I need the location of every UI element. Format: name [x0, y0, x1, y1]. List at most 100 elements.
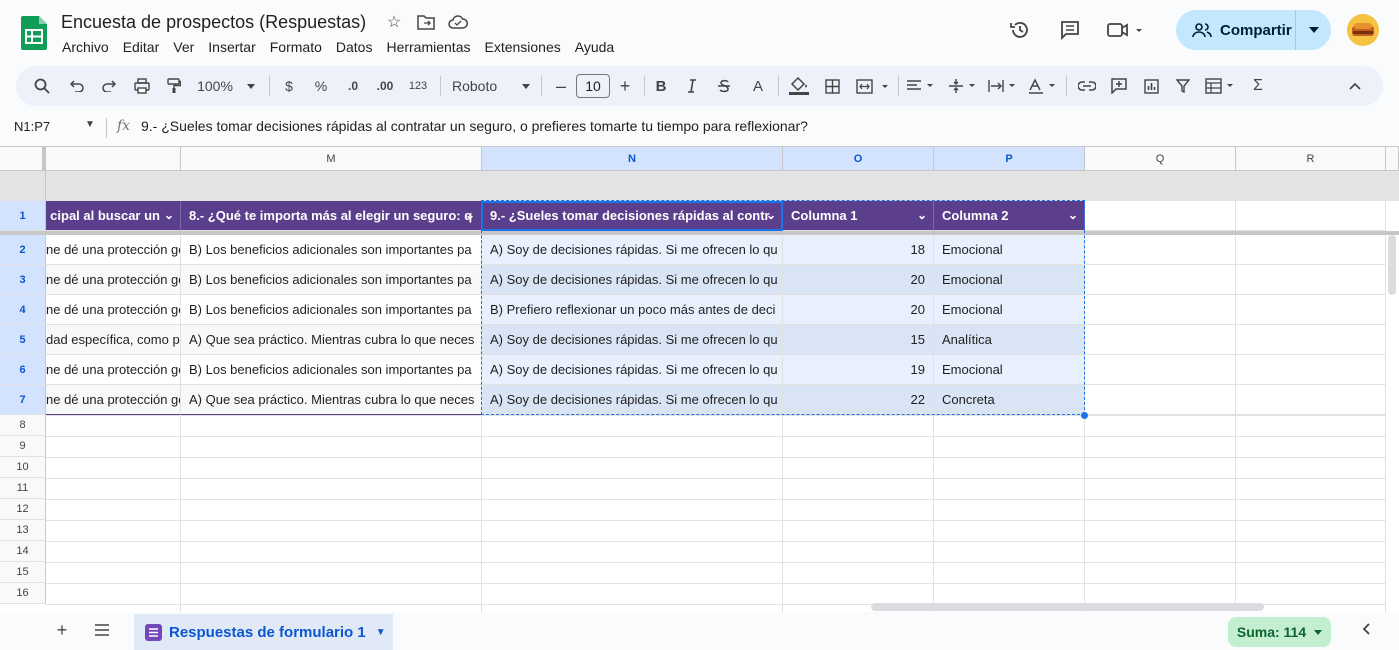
meet-icon[interactable]: [1104, 14, 1148, 46]
bold-button[interactable]: B: [652, 74, 670, 98]
chevron-down-icon[interactable]: ⌄: [917, 208, 927, 222]
column-header-q[interactable]: Q: [1085, 147, 1236, 171]
table-cell[interactable]: [1085, 385, 1236, 415]
paint-format-icon[interactable]: [162, 74, 186, 98]
zoom-select[interactable]: 100%: [194, 74, 258, 98]
table-cell[interactable]: ne dé una protección ge: [46, 295, 181, 325]
menu-datos[interactable]: Datos: [329, 37, 380, 57]
print-icon[interactable]: [130, 74, 154, 98]
chevron-down-icon[interactable]: ⌄: [1068, 208, 1078, 222]
table-cell[interactable]: B) Los beneficios adicionales son import…: [181, 265, 482, 295]
fill-color-icon[interactable]: [786, 74, 812, 98]
row-header-15[interactable]: 15: [0, 562, 46, 583]
vertical-scrollbar[interactable]: [1388, 235, 1396, 295]
column-header-r[interactable]: R: [1236, 147, 1386, 171]
more-formats-button[interactable]: 123: [406, 74, 430, 98]
italic-icon[interactable]: [682, 74, 702, 98]
menu-insertar[interactable]: Insertar: [201, 37, 262, 57]
row-header-16[interactable]: 16: [0, 583, 46, 604]
filter-views-icon[interactable]: [1204, 74, 1238, 98]
sum-summary[interactable]: Suma: 114: [1228, 617, 1331, 647]
table-cell[interactable]: [1085, 355, 1236, 385]
table-cell[interactable]: [1236, 385, 1386, 415]
percent-button[interactable]: %: [312, 74, 330, 98]
all-sheets-icon[interactable]: [92, 620, 112, 640]
name-box-dropdown-icon[interactable]: ▼: [85, 119, 95, 130]
table-cell[interactable]: 18: [783, 235, 934, 265]
horizontal-align-icon[interactable]: [904, 74, 938, 98]
vertical-align-icon[interactable]: [946, 74, 980, 98]
table-cell[interactable]: ne dé una protección ge: [46, 265, 181, 295]
cell-r1[interactable]: [1236, 201, 1386, 231]
search-menus-icon[interactable]: [30, 74, 54, 98]
name-box[interactable]: N1:P7: [14, 119, 50, 134]
table-cell[interactable]: B) Prefiero reflexionar un poco más ante…: [482, 295, 783, 325]
increase-font-size-button[interactable]: +: [616, 74, 634, 98]
table-cell[interactable]: [1236, 355, 1386, 385]
side-panel-toggle-icon[interactable]: [1362, 622, 1370, 640]
chevron-down-icon[interactable]: ⌄: [465, 208, 475, 222]
table-cell[interactable]: B) Los beneficios adicionales son import…: [181, 355, 482, 385]
horizontal-scrollbar[interactable]: [871, 603, 1264, 611]
empty-cells[interactable]: [46, 415, 1386, 612]
cloud-status-icon[interactable]: [448, 12, 468, 32]
share-button[interactable]: Compartir: [1176, 10, 1331, 50]
chevron-down-icon[interactable]: ▼: [376, 627, 386, 638]
currency-button[interactable]: $: [280, 74, 298, 98]
redo-icon[interactable]: [98, 74, 120, 98]
comments-icon[interactable]: [1054, 14, 1086, 46]
table-cell[interactable]: [1236, 325, 1386, 355]
table-cell[interactable]: 20: [783, 265, 934, 295]
insert-comment-icon[interactable]: [1108, 74, 1130, 98]
menu-archivo[interactable]: Archivo: [55, 37, 116, 57]
table-cell[interactable]: ne dé una protección ge: [46, 355, 181, 385]
table-cell[interactable]: 19: [783, 355, 934, 385]
row-header-14[interactable]: 14: [0, 541, 46, 562]
insert-link-icon[interactable]: [1076, 74, 1098, 98]
column-header-p[interactable]: P: [934, 147, 1085, 171]
menu-ayuda[interactable]: Ayuda: [568, 37, 621, 57]
table-cell[interactable]: [1236, 235, 1386, 265]
hide-menus-icon[interactable]: [1344, 74, 1366, 98]
table-cell[interactable]: ne dé una protección ge: [46, 385, 181, 415]
row-header-4[interactable]: 4: [0, 295, 46, 325]
version-history-icon[interactable]: [1004, 14, 1036, 46]
header-cell-n[interactable]: 9.- ¿Sueles tomar decisiones rápidas al …: [482, 201, 783, 231]
row-header-5[interactable]: 5: [0, 325, 46, 355]
sheet-tab[interactable]: Respuestas de formulario 1 ▼: [134, 614, 393, 650]
column-header-l[interactable]: [46, 147, 181, 171]
header-cell-l[interactable]: cipal al buscar un ⌄: [46, 201, 181, 231]
chevron-down-icon[interactable]: ⌄: [164, 208, 174, 222]
sheets-logo-icon[interactable]: [21, 16, 47, 50]
table-cell[interactable]: A) Soy de decisiones rápidas. Si me ofre…: [482, 235, 783, 265]
select-all-corner[interactable]: [0, 147, 46, 171]
table-cell[interactable]: 15: [783, 325, 934, 355]
row-header-13[interactable]: 13: [0, 520, 46, 541]
insert-chart-icon[interactable]: [1140, 74, 1162, 98]
fill-handle[interactable]: [1081, 412, 1088, 419]
add-sheet-icon[interactable]: +: [52, 620, 72, 640]
table-cell[interactable]: [1236, 265, 1386, 295]
filter-icon[interactable]: [1172, 74, 1194, 98]
table-cell[interactable]: Analítica: [934, 325, 1085, 355]
table-cell[interactable]: dad específica, como p: [46, 325, 181, 355]
column-header-s[interactable]: [1386, 147, 1399, 171]
row-header-2[interactable]: 2: [0, 235, 46, 265]
table-cell[interactable]: [1236, 295, 1386, 325]
menu-ver[interactable]: Ver: [166, 37, 201, 57]
row-header-9[interactable]: 9: [0, 436, 46, 457]
table-cell[interactable]: [1085, 325, 1236, 355]
table-cell[interactable]: [1085, 235, 1236, 265]
increase-decimal-button[interactable]: .00: [372, 74, 398, 98]
column-header-o[interactable]: O: [783, 147, 934, 171]
table-cell[interactable]: 22: [783, 385, 934, 415]
decrease-font-size-button[interactable]: –: [552, 74, 570, 98]
table-cell[interactable]: A) Soy de decisiones rápidas. Si me ofre…: [482, 385, 783, 415]
table-cell[interactable]: [1085, 295, 1236, 325]
row-header-1[interactable]: 1: [0, 201, 46, 231]
borders-icon[interactable]: [822, 74, 842, 98]
text-color-button[interactable]: A: [748, 74, 768, 98]
table-cell[interactable]: B) Los beneficios adicionales son import…: [181, 235, 482, 265]
menu-extensiones[interactable]: Extensiones: [477, 37, 567, 57]
menu-herramientas[interactable]: Herramientas: [379, 37, 477, 57]
